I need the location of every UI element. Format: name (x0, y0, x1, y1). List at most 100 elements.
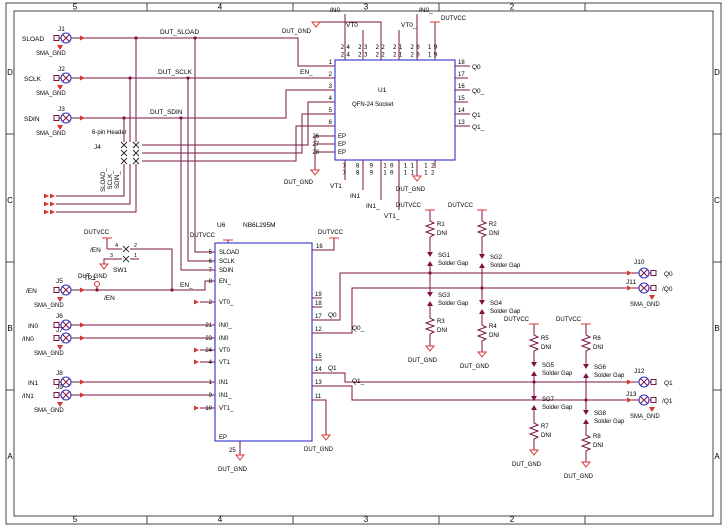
sma-connector-j2[interactable] (53, 72, 72, 84)
dut-gnd-icon (99, 263, 109, 270)
resistor-r7[interactable] (529, 419, 539, 443)
sma-connector-j5[interactable] (53, 284, 72, 296)
u1-pin-number: 16 (458, 84, 465, 90)
refdes-r5: R5 (541, 336, 549, 342)
u6-pin-number: 5 (209, 250, 213, 256)
net-label-q0: Q0 (472, 64, 481, 71)
net-label-dut-gnd: DUT_GND (396, 187, 426, 193)
net-label-en-b: /EN (104, 295, 115, 302)
sma-connector-j3[interactable] (53, 112, 72, 124)
u6-pin-name: SDIN (219, 268, 233, 274)
switch-sw1[interactable]: DUTVCC /EN 4 2 3 1 SW1 DUT_GND (78, 230, 137, 280)
resistor-r1[interactable] (425, 217, 435, 241)
sg4-label: Solder Gap (490, 309, 521, 315)
u6-pin-name: IN1_ (219, 393, 232, 399)
sma-connector-j11[interactable] (638, 282, 657, 294)
net-label-q1: Q1 (472, 112, 481, 119)
sma-connector-j13[interactable] (638, 394, 657, 406)
u1-pin-number: 14 (458, 108, 465, 114)
net-label-dut-sload: DUT_SLOAD (160, 29, 199, 36)
r3-value: DNI (437, 328, 448, 334)
u6-pin-number: 11 (315, 394, 322, 400)
resistor-r4[interactable] (477, 321, 487, 345)
net-label-q0-b: /Q0 (662, 286, 673, 293)
sma-connector-j9[interactable] (53, 389, 72, 401)
resistor-r6[interactable] (581, 331, 591, 355)
resistor-r3[interactable] (425, 314, 435, 338)
net-arrows (44, 35, 632, 411)
net-label-vt0-b: VT0_ (401, 22, 417, 29)
refdes-j2: J2 (58, 66, 65, 73)
dut-gnd-icon (529, 449, 539, 456)
refdes-j1: J1 (58, 26, 65, 33)
u6-pin-name: SCLK (219, 259, 235, 265)
u6-pin-name: VT0_ (219, 300, 234, 306)
refdes-j8: J8 (56, 370, 63, 377)
u1-pin-number: 6 (329, 120, 333, 126)
net-label-in1: IN1 (350, 193, 361, 200)
sw1-pin-number: 1 (134, 253, 137, 259)
frame-col-label: 3 (364, 515, 369, 524)
sg7-label: Solder Gap (542, 405, 573, 411)
header-j4[interactable]: 6-pin Header J4 SLOAD_ SCLK_ SDIN_ (92, 130, 140, 192)
resistor-r8[interactable] (581, 431, 591, 455)
net-label-en-b: /EN (90, 247, 101, 254)
sw1-pin-number: 3 (110, 253, 113, 259)
testpoint-icon (94, 281, 100, 287)
solder-gap-sg3[interactable] (427, 292, 433, 306)
frame-row-label: B (7, 324, 12, 333)
header-pin-icon (132, 149, 140, 157)
solder-gap-sg5[interactable] (531, 362, 537, 376)
net-label-dut-gnd: DUT_GND (304, 447, 334, 453)
input-connectors: J1 SLOAD SMA_GND DUT_SLOAD J2 SCLK SMA_G… (22, 26, 199, 137)
u1-ep-pin-name: EP (338, 134, 346, 140)
u1-ep-pin-number: 26 (312, 134, 319, 140)
solder-gap-sg1[interactable] (427, 252, 433, 266)
sma-connector-j10[interactable] (638, 267, 657, 279)
wires-termination-columns (429, 210, 587, 462)
solder-gap-sg8[interactable] (583, 410, 589, 424)
solder-gap-sg2[interactable] (479, 254, 485, 268)
frame-outer-border (5, 2, 722, 525)
solder-gap-sg4[interactable] (479, 300, 485, 314)
net-label-in1-b: /IN1 (22, 393, 34, 400)
refdes-j13: J13 (626, 391, 637, 398)
u1-bottom-pin-numbers: 7 8 9 10 11 12 (342, 163, 437, 170)
net-label-sdin-b: SDIN_ (115, 171, 121, 189)
net-label-dutvcc: DUTVCC (318, 230, 344, 236)
u1-pin-number: 18 (458, 60, 465, 66)
refdes-r2: R2 (489, 222, 497, 228)
dut-gnd-icon (412, 175, 422, 182)
net-label-in1: IN1 (28, 380, 39, 387)
refdes-j11: J11 (626, 279, 636, 286)
resistor-r2[interactable] (477, 217, 487, 241)
sma-gnd-arrows (57, 45, 655, 412)
switch-pole-icon (122, 255, 130, 263)
resistor-r5[interactable] (529, 331, 539, 355)
sg1-label: Solder Gap (438, 261, 469, 267)
frame-col-label: 2 (510, 3, 515, 12)
sma-connector-j12[interactable] (638, 376, 657, 388)
net-label-q1: Q1 (328, 365, 337, 372)
u6-ep-pin-number: 25 (229, 448, 236, 454)
refdes-sg3: SG3 (438, 293, 451, 299)
u6-pin-number: 24 (205, 348, 212, 354)
net-label-sma-gnd: SMA_GND (36, 131, 66, 137)
refdes-sg7: SG7 (542, 397, 555, 403)
sma-connector-j7[interactable] (53, 332, 72, 344)
sma-connector-j1[interactable] (53, 32, 72, 44)
net-label-vt0: VT0 (346, 22, 358, 29)
net-label-dut-gnd: DUT_GND (564, 474, 594, 480)
refdes-sg6: SG6 (594, 365, 607, 371)
refdes-r7: R7 (541, 424, 549, 430)
solder-gap-sg7[interactable] (531, 396, 537, 410)
refdes-u6: U6 (217, 222, 226, 229)
u1-pin-number: 17 (458, 72, 465, 78)
u1-body[interactable] (334, 59, 456, 161)
output-connectors: J10 Q0 J11 /Q0 SMA_GND J12 Q1 J13 /Q1 SM… (626, 259, 673, 420)
dut-gnd-icon (425, 345, 435, 352)
sg3-label: Solder Gap (438, 301, 469, 307)
solder-gap-sg6[interactable] (583, 364, 589, 378)
header-pin-icon (120, 141, 128, 149)
header-pin-icon (120, 157, 128, 165)
